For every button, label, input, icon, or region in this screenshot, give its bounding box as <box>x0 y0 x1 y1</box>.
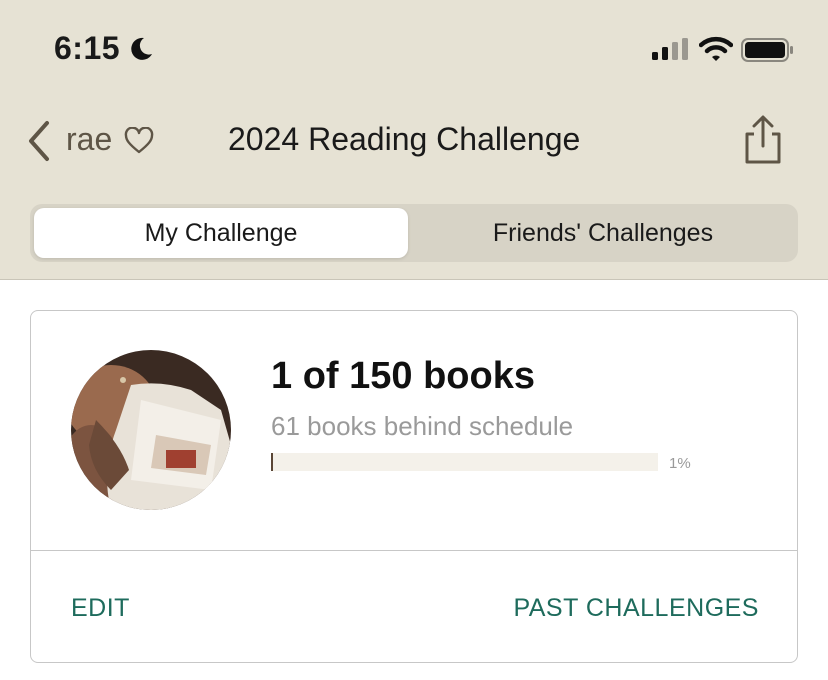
avatar-photo <box>71 350 231 510</box>
status-time: 6:15 <box>54 30 121 66</box>
segmented-control: My Challenge Friends' Challenges <box>30 204 798 262</box>
challenge-card: 1 of 150 books 61 books behind schedule … <box>30 310 798 663</box>
header: 6:15 rae 2024 Reading Challenge My Chall… <box>0 0 828 280</box>
schedule-status: 61 books behind schedule <box>271 411 574 441</box>
back-button-label[interactable]: rae <box>66 121 112 158</box>
tab-my-challenge[interactable]: My Challenge <box>34 208 408 258</box>
progress-bar-fill <box>271 453 273 471</box>
wifi-icon <box>699 36 733 61</box>
tab-friends-challenges[interactable]: Friends' Challenges <box>412 208 794 258</box>
past-challenges-button[interactable]: PAST CHALLENGES <box>513 594 759 623</box>
back-chevron-icon[interactable] <box>26 120 52 162</box>
moon-icon <box>131 37 152 60</box>
avatar <box>71 350 231 510</box>
progress-bar <box>271 453 658 471</box>
cellular-signal-icon <box>652 38 688 60</box>
progress-percent: 1% <box>669 455 691 472</box>
page-title: 2024 Reading Challenge <box>228 121 581 157</box>
books-progress-count: 1 of 150 books <box>271 355 535 397</box>
divider <box>31 550 797 551</box>
battery-icon <box>741 38 793 62</box>
edit-button[interactable]: EDIT <box>71 594 130 623</box>
heart-icon <box>124 127 154 154</box>
share-icon[interactable] <box>740 114 786 166</box>
